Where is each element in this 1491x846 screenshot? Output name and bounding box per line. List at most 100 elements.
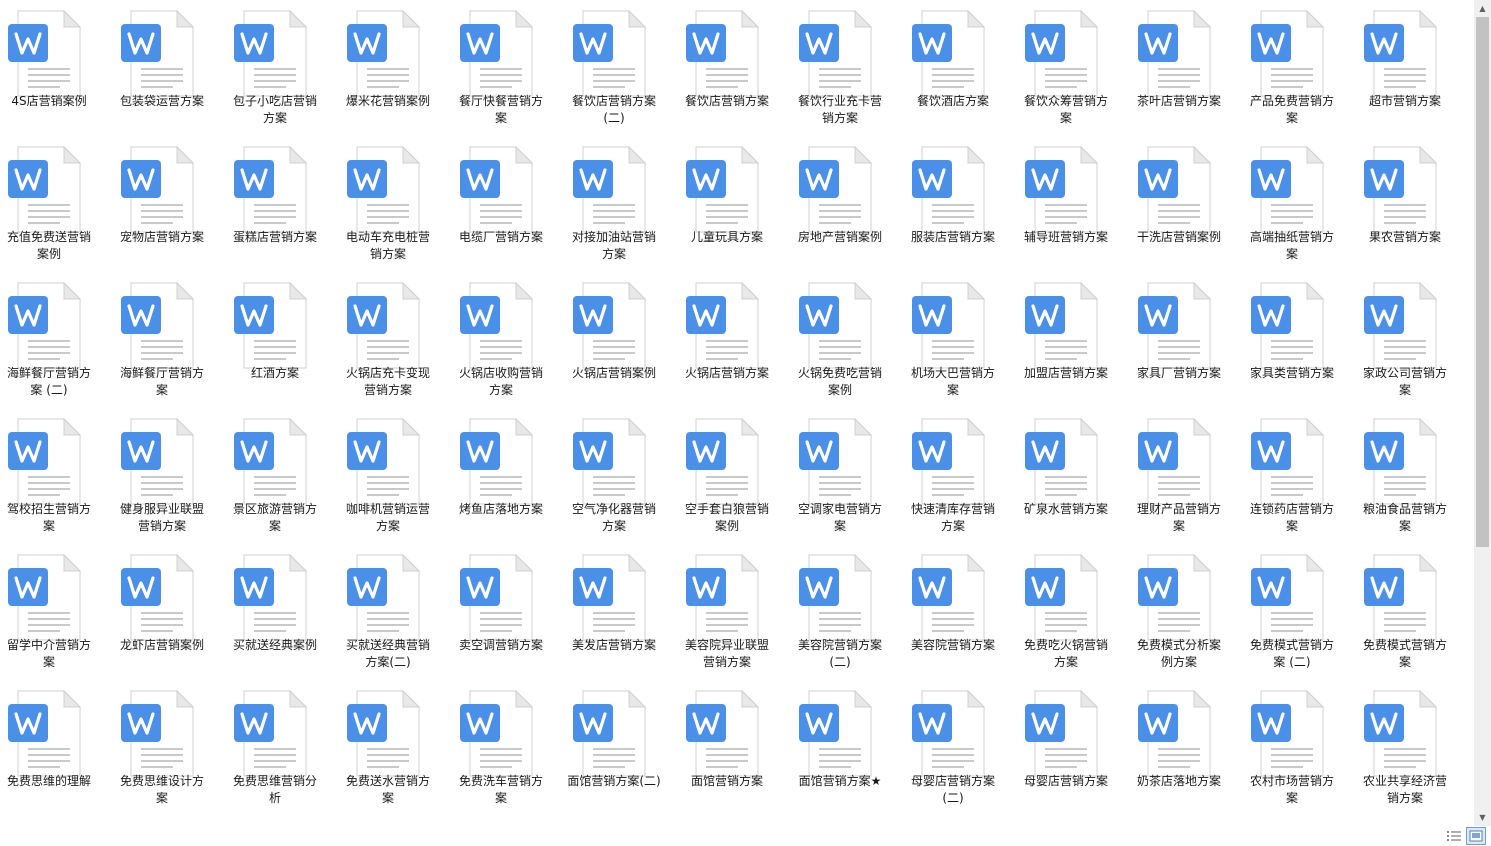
file-item[interactable]: 面馆营销方案★: [791, 680, 904, 816]
file-name-label: 免费思维设计方案: [119, 774, 204, 805]
file-item[interactable]: 儿童玩具方案: [678, 136, 791, 272]
file-item[interactable]: 母婴店营销方案 (二): [904, 680, 1017, 816]
scroll-up-arrow-icon[interactable]: ▲: [1474, 0, 1491, 17]
file-item[interactable]: 海鲜餐厅营销方案 (二): [0, 272, 113, 408]
file-item[interactable]: 产品免费营销方案: [1243, 0, 1356, 136]
file-item[interactable]: 4S店营销案例: [0, 0, 113, 136]
file-item[interactable]: 海鲜餐厅营销方案: [113, 272, 226, 408]
file-item[interactable]: 红酒方案: [226, 272, 339, 408]
file-name-label: 餐饮酒店方案: [916, 94, 989, 108]
file-item[interactable]: 免费模式营销方案 (二): [1243, 544, 1356, 680]
file-item[interactable]: 卖空调营销方案: [452, 544, 565, 680]
file-item[interactable]: 面馆营销方案(二): [565, 680, 678, 816]
file-item[interactable]: 面馆营销方案: [678, 680, 791, 816]
file-name-label: 烤鱼店落地方案: [458, 502, 543, 516]
file-item[interactable]: 免费思维设计方案: [113, 680, 226, 816]
file-item[interactable]: 空气净化器营销方案: [565, 408, 678, 544]
file-item[interactable]: 房地产营销案例: [791, 136, 904, 272]
file-item[interactable]: 矿泉水营销方案: [1017, 408, 1130, 544]
file-item[interactable]: 免费模式分析案例方案: [1130, 544, 1243, 680]
file-item[interactable]: 包子小吃店营销方案: [226, 0, 339, 136]
file-item[interactable]: 充值免费送营销案例: [0, 136, 113, 272]
file-item[interactable]: 健身服异业联盟营销方案: [113, 408, 226, 544]
file-item[interactable]: 空调家电营销方案: [791, 408, 904, 544]
file-item[interactable]: 驾校招生营销方案: [0, 408, 113, 544]
file-item[interactable]: 餐饮酒店方案: [904, 0, 1017, 136]
file-item[interactable]: 免费思维的理解: [0, 680, 113, 816]
file-item[interactable]: 奶茶店落地方案: [1130, 680, 1243, 816]
file-item[interactable]: 餐饮店营销方案(二): [565, 0, 678, 136]
file-name-label: 服装店营销方案: [910, 230, 995, 244]
file-item[interactable]: 买就送经典营销方案(二): [339, 544, 452, 680]
file-item[interactable]: 美发店营销方案: [565, 544, 678, 680]
file-item[interactable]: 包装袋运营方案: [113, 0, 226, 136]
wps-writer-document-icon: [1138, 418, 1212, 505]
scroll-down-arrow-icon[interactable]: ▼: [1474, 809, 1491, 826]
file-item[interactable]: 加盟店营销方案: [1017, 272, 1130, 408]
file-item[interactable]: 火锅店营销案例: [565, 272, 678, 408]
file-item[interactable]: 免费思维营销分析: [226, 680, 339, 816]
file-item[interactable]: 买就送经典案例: [226, 544, 339, 680]
file-item[interactable]: 美容院营销方案(二): [791, 544, 904, 680]
file-item[interactable]: 母婴店营销方案: [1017, 680, 1130, 816]
file-item[interactable]: 免费模式营销方案: [1356, 544, 1469, 680]
file-item[interactable]: 超市营销方案: [1356, 0, 1469, 136]
file-name-label: 免费送水营销方案: [345, 774, 430, 805]
file-item[interactable]: 理财产品营销方案: [1130, 408, 1243, 544]
file-item[interactable]: 快速清库存营销方案: [904, 408, 1017, 544]
large-icons-view-icon[interactable]: [1466, 827, 1486, 845]
file-item[interactable]: 景区旅游营销方案: [226, 408, 339, 544]
file-item[interactable]: 辅导班营销方案: [1017, 136, 1130, 272]
details-view-icon[interactable]: [1446, 828, 1462, 844]
file-item[interactable]: 电动车充电桩营销方案: [339, 136, 452, 272]
file-item[interactable]: 美容院营销方案: [904, 544, 1017, 680]
file-name-label: 买就送经典案例: [232, 638, 317, 652]
file-item[interactable]: 空手套白狼营销案例: [678, 408, 791, 544]
file-item[interactable]: 火锅店收购营销方案: [452, 272, 565, 408]
file-name-label: 火锅店收购营销方案: [458, 366, 543, 397]
file-name-label: 家具厂营销方案: [1136, 366, 1221, 380]
file-item[interactable]: 餐饮众筹营销方案: [1017, 0, 1130, 136]
file-item[interactable]: 咖啡机营销运营方案: [339, 408, 452, 544]
wps-writer-document-icon: [912, 690, 986, 777]
file-item[interactable]: 果农营销方案: [1356, 136, 1469, 272]
file-item[interactable]: 餐饮行业充卡营销方案: [791, 0, 904, 136]
file-item[interactable]: 火锅店营销方案: [678, 272, 791, 408]
wps-writer-document-icon: [912, 554, 986, 641]
file-item[interactable]: 免费送水营销方案: [339, 680, 452, 816]
file-item[interactable]: 机场大巴营销方案: [904, 272, 1017, 408]
file-item[interactable]: 爆米花营销案例: [339, 0, 452, 136]
file-item[interactable]: 美容院异业联盟营销方案: [678, 544, 791, 680]
file-item[interactable]: 家具类营销方案: [1243, 272, 1356, 408]
file-item[interactable]: 家具厂营销方案: [1130, 272, 1243, 408]
file-item[interactable]: 免费吃火锅营销方案: [1017, 544, 1130, 680]
file-item[interactable]: 留学中介营销方案: [0, 544, 113, 680]
file-item[interactable]: 免费洗车营销方案: [452, 680, 565, 816]
file-item[interactable]: 餐厅快餐营销方案: [452, 0, 565, 136]
file-item[interactable]: 对接加油站营销方案: [565, 136, 678, 272]
file-item[interactable]: 高端抽纸营销方案: [1243, 136, 1356, 272]
scroll-thumb[interactable]: [1476, 17, 1489, 547]
file-item[interactable]: 餐饮店营销方案: [678, 0, 791, 136]
file-name-label: 包子小吃店营销方案: [232, 94, 317, 125]
wps-writer-document-icon: [1364, 554, 1438, 641]
file-item[interactable]: 服装店营销方案: [904, 136, 1017, 272]
file-item[interactable]: 火锅免费吃营销案例: [791, 272, 904, 408]
file-item[interactable]: 蛋糕店营销方案: [226, 136, 339, 272]
file-item[interactable]: 烤鱼店落地方案: [452, 408, 565, 544]
file-item[interactable]: 宠物店营销方案: [113, 136, 226, 272]
vertical-scrollbar[interactable]: ▲ ▼: [1474, 0, 1491, 826]
file-item[interactable]: 农业共享经济营销方案: [1356, 680, 1469, 816]
file-name-label: 海鲜餐厅营销方案 (二): [6, 366, 91, 397]
file-item[interactable]: 龙虾店营销案例: [113, 544, 226, 680]
file-item[interactable]: 火锅店充卡变现营销方案: [339, 272, 452, 408]
file-item[interactable]: 粮油食品营销方案: [1356, 408, 1469, 544]
file-item[interactable]: 家政公司营销方案: [1356, 272, 1469, 408]
file-item[interactable]: 茶叶店营销方案: [1130, 0, 1243, 136]
wps-writer-document-icon: [460, 282, 534, 369]
file-item[interactable]: 农村市场营销方案: [1243, 680, 1356, 816]
file-item[interactable]: 连锁药店营销方案: [1243, 408, 1356, 544]
file-item[interactable]: 电缆厂营销方案: [452, 136, 565, 272]
file-item[interactable]: 干洗店营销案例: [1130, 136, 1243, 272]
wps-writer-document-icon: [1025, 554, 1099, 641]
